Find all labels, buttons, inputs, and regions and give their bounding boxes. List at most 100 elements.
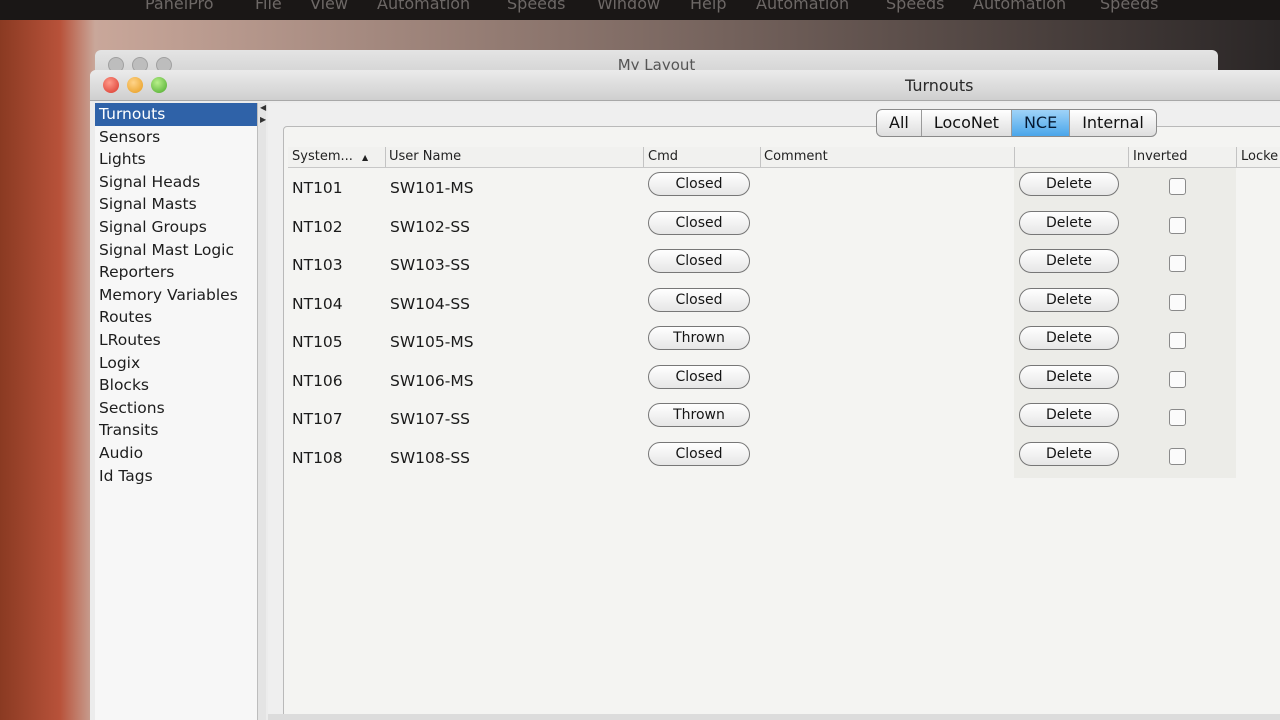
tab-all[interactable]: All [877,110,921,136]
menu-automation-2[interactable]: Automation [756,0,849,13]
column-divider[interactable] [643,147,644,167]
system-name-cell[interactable]: NT104 [292,295,343,313]
expand-right-icon[interactable]: ▶ [260,115,266,124]
user-name-cell[interactable]: SW101-MS [390,179,474,197]
user-name-cell[interactable]: SW105-MS [390,333,474,351]
sidebar-item-lights[interactable]: Lights [95,148,257,171]
sidebar-item-audio[interactable]: Audio [95,442,257,465]
user-name-cell[interactable]: SW108-SS [390,449,470,467]
menu-speeds[interactable]: Speeds [507,0,566,13]
table-row[interactable]: NT108 SW108-SS Closed Delete [288,438,1280,477]
inverted-checkbox[interactable] [1169,293,1186,311]
sidebar-item-transits[interactable]: Transits [95,419,257,442]
command-toggle-button[interactable]: Closed [648,210,750,235]
column-divider[interactable] [1236,147,1237,167]
column-divider[interactable] [385,147,386,167]
inverted-checkbox[interactable] [1169,409,1186,426]
command-toggle-button[interactable]: Closed [648,441,750,466]
menu-app[interactable]: PanelPro [145,0,214,13]
command-toggle-button[interactable]: Closed [648,172,750,196]
inverted-checkbox[interactable] [1169,216,1186,234]
menu-automation[interactable]: Automation [377,0,470,13]
command-toggle-button[interactable]: Thrown [648,326,750,350]
system-name-cell[interactable]: NT103 [292,256,343,274]
system-name-cell[interactable]: NT108 [292,449,343,467]
sidebar-item-lroutes[interactable]: LRoutes [95,329,257,352]
sidebar-item-signal-mast-logic[interactable]: Signal Mast Logic [95,239,257,262]
command-toggle-button[interactable]: Closed [648,364,750,389]
command-toggle-button[interactable]: Thrown [648,403,750,427]
tab-internal[interactable]: Internal [1069,110,1156,136]
system-name-cell[interactable]: NT102 [292,218,343,236]
turnout-table-panel: System... ▲ User Name Cmd Comment Invert… [283,126,1280,720]
tab-loconet[interactable]: LocoNet [920,110,1011,136]
user-name-cell[interactable]: SW104-SS [390,295,470,313]
delete-button[interactable]: Delete [1019,403,1119,427]
menu-speeds-2[interactable]: Speeds [886,0,945,13]
command-toggle-button[interactable]: Closed [648,287,750,312]
sidebar-item-reporters[interactable]: Reporters [95,261,257,284]
sidebar-item-signal-heads[interactable]: Signal Heads [95,171,257,194]
sidebar-item-blocks[interactable]: Blocks [95,374,257,397]
user-name-cell[interactable]: SW106-MS [390,372,474,390]
table-row[interactable]: NT101 SW101-MS Closed Delete [288,168,1280,207]
sidebar-item-logix[interactable]: Logix [95,352,257,375]
inverted-checkbox[interactable] [1169,178,1186,195]
table-row[interactable]: NT103 SW103-SS Closed Delete [288,245,1280,284]
horizontal-scrollbar[interactable] [268,714,1280,720]
sidebar-item-memory-variables[interactable]: Memory Variables [95,284,257,307]
table-row[interactable]: NT107 SW107-SS Thrown Delete [288,399,1280,438]
user-name-cell[interactable]: SW103-SS [390,256,470,274]
table-row[interactable]: NT104 SW104-SS Closed Delete [288,284,1280,323]
column-header-comment[interactable]: Comment [764,149,828,164]
title-bar[interactable]: Turnouts [90,70,1280,101]
system-name-cell[interactable]: NT105 [292,333,343,351]
sidebar-item-routes[interactable]: Routes [95,306,257,329]
sidebar-item-turnouts[interactable]: Turnouts [95,103,257,126]
system-menu-bar: PanelPro File View Automation Speeds Win… [0,0,1280,20]
menu-window[interactable]: Window [597,0,660,13]
delete-button[interactable]: Delete [1019,249,1119,273]
inverted-checkbox[interactable] [1169,447,1186,465]
column-header-cmd[interactable]: Cmd [648,149,678,164]
sidebar-item-signal-groups[interactable]: Signal Groups [95,216,257,239]
collapse-left-icon[interactable]: ◀ [260,103,266,112]
column-divider[interactable] [1014,147,1015,167]
inverted-checkbox[interactable] [1169,255,1186,272]
delete-button[interactable]: Delete [1019,441,1119,466]
command-toggle-button[interactable]: Closed [648,249,750,273]
delete-button[interactable]: Delete [1019,287,1119,312]
column-divider[interactable] [760,147,761,167]
menu-automation-3[interactable]: Automation [973,0,1066,13]
column-divider[interactable] [1128,147,1129,167]
table-row[interactable]: NT105 SW105-MS Thrown Delete [288,322,1280,361]
delete-button[interactable]: Delete [1019,364,1119,389]
menu-file[interactable]: File [255,0,282,13]
turnout-table-area: System... ▲ User Name Cmd Comment Invert… [268,103,1280,720]
column-header-inverted[interactable]: Inverted [1133,149,1187,164]
system-name-cell[interactable]: NT107 [292,410,343,428]
sidebar-item-sections[interactable]: Sections [95,397,257,420]
column-header-user-name[interactable]: User Name [389,149,461,164]
column-header-system[interactable]: System... [292,149,353,164]
user-name-cell[interactable]: SW102-SS [390,218,470,236]
tab-nce[interactable]: NCE [1010,110,1070,136]
table-row[interactable]: NT102 SW102-SS Closed Delete [288,207,1280,246]
delete-button[interactable]: Delete [1019,326,1119,350]
sidebar-item-sensors[interactable]: Sensors [95,126,257,149]
menu-help[interactable]: Help [690,0,726,13]
user-name-cell[interactable]: SW107-SS [390,410,470,428]
inverted-checkbox[interactable] [1169,370,1186,388]
delete-button[interactable]: Delete [1019,210,1119,235]
menu-view[interactable]: View [310,0,348,13]
table-row[interactable]: NT106 SW106-MS Closed Delete [288,361,1280,400]
sidebar-item-signal-masts[interactable]: Signal Masts [95,193,257,216]
sidebar-item-id-tags[interactable]: Id Tags [95,465,257,488]
menu-speeds-3[interactable]: Speeds [1100,0,1159,13]
system-name-cell[interactable]: NT106 [292,372,343,390]
inverted-checkbox[interactable] [1169,332,1186,349]
column-header-locked[interactable]: Locke [1241,149,1278,164]
system-name-cell[interactable]: NT101 [292,179,343,197]
delete-button[interactable]: Delete [1019,172,1119,196]
split-pane-divider[interactable]: ◀ ▶ [258,103,266,720]
